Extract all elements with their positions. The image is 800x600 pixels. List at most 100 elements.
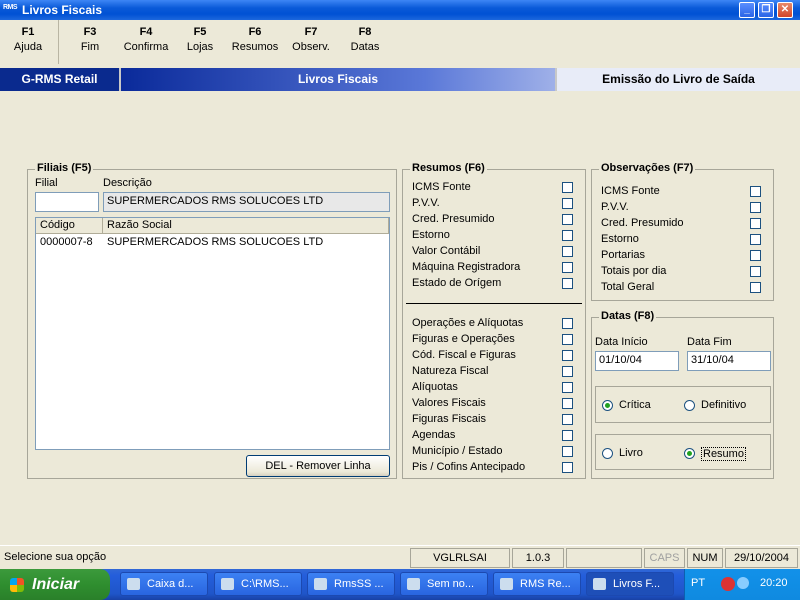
resumo-option-checkbox[interactable] xyxy=(562,262,573,273)
fkey-confirm[interactable]: F4 Confirma xyxy=(118,26,174,53)
taskbar-button[interactable]: Livros F... xyxy=(586,572,674,596)
observacao-option-label: Portarias xyxy=(601,249,646,261)
resumo-option-checkbox[interactable] xyxy=(562,430,573,441)
resumo-option-checkbox[interactable] xyxy=(562,198,573,209)
fkey-text: Resumos xyxy=(231,41,279,53)
resumo-option-label: Agendas xyxy=(412,429,456,441)
column-header-codigo[interactable]: Código xyxy=(36,218,103,234)
app-icon xyxy=(407,578,420,590)
resumo-option-checkbox[interactable] xyxy=(562,246,573,257)
window-title: Livros Fiscais xyxy=(22,3,103,17)
resumo-option-checkbox[interactable] xyxy=(562,214,573,225)
livro-radio[interactable] xyxy=(602,448,613,459)
resumo-option-checkbox[interactable] xyxy=(562,414,573,425)
observacao-option-checkbox[interactable] xyxy=(750,250,761,261)
speaker-icon[interactable] xyxy=(737,577,749,589)
taskbar: Iniciar PT 20:20 Caixa d... C:\RMS... RmsS… xyxy=(0,569,800,600)
resumo-option-checkbox[interactable] xyxy=(562,398,573,409)
fkey-help[interactable]: F1 Ajuda xyxy=(8,26,48,53)
fkey-observations[interactable]: F7 Observ. xyxy=(288,26,334,53)
observacao-option-checkbox[interactable] xyxy=(750,234,761,245)
network-icon[interactable] xyxy=(721,577,735,591)
fkey-label: F1 xyxy=(21,26,35,38)
resumo-option-label: Valores Fiscais xyxy=(412,397,486,409)
app-icon xyxy=(500,578,513,590)
maximize-button[interactable]: ❐ xyxy=(758,2,774,18)
observacao-option-checkbox[interactable] xyxy=(750,282,761,293)
livro-label[interactable]: Livro xyxy=(619,447,643,459)
resumo-radio[interactable] xyxy=(684,448,695,459)
resumo-label[interactable]: Resumo xyxy=(701,447,746,461)
resumo-option-checkbox[interactable] xyxy=(562,278,573,289)
taskbar-button[interactable]: Caixa d... xyxy=(120,572,208,596)
resumo-option-checkbox[interactable] xyxy=(562,318,573,329)
observacoes-group: Observações (F7) ICMS Fonte P.V.V. Cred. P… xyxy=(591,162,774,301)
status-date: 29/10/2004 xyxy=(725,548,798,568)
filiais-title: Filiais (F5) xyxy=(35,162,94,174)
system-tray: PT 20:20 xyxy=(684,569,800,600)
start-button[interactable]: Iniciar xyxy=(0,569,110,600)
language-indicator[interactable]: PT xyxy=(691,577,705,589)
status-program: VGLRLSAI xyxy=(410,548,510,568)
observacao-option-label: Totais por dia xyxy=(601,265,667,277)
fkey-dates[interactable]: F8 Datas xyxy=(345,26,385,53)
function-key-toolbar: F1 Ajuda F3 Fim F4 Confirma F5 Lojas F6 … xyxy=(0,20,800,66)
fkey-text: Observ. xyxy=(292,41,330,53)
title-bar: RMS Livros Fiscais _ ❐ ✕ xyxy=(0,0,800,20)
fkey-summaries[interactable]: F6 Resumos xyxy=(230,26,280,53)
resumo-option-label: P.V.V. xyxy=(412,197,440,209)
taskbar-button[interactable]: RMS Re... xyxy=(493,572,581,596)
resumo-option-checkbox[interactable] xyxy=(562,182,573,193)
remove-line-button[interactable]: DEL - Remover Linha xyxy=(246,455,390,477)
definitivo-radio[interactable] xyxy=(684,400,695,411)
observacao-option-label: ICMS Fonte xyxy=(601,185,660,197)
resumo-option-checkbox[interactable] xyxy=(562,230,573,241)
windows-logo-icon xyxy=(10,578,24,592)
resumo-option-label: Cred. Presumido xyxy=(412,213,495,225)
observacao-option-checkbox[interactable] xyxy=(750,218,761,229)
resumo-option-checkbox[interactable] xyxy=(562,334,573,345)
observacao-option-label: Total Geral xyxy=(601,281,655,293)
observacao-option-checkbox[interactable] xyxy=(750,202,761,213)
status-message: Selecione sua opção xyxy=(4,551,107,563)
observacao-option-checkbox[interactable] xyxy=(750,186,761,197)
resumo-option-label: Alíquotas xyxy=(412,381,458,393)
filial-label: Filial xyxy=(35,177,58,189)
fkey-stores[interactable]: F5 Lojas xyxy=(180,26,220,53)
fkey-label: F3 xyxy=(83,26,97,38)
filiais-list[interactable]: Código Razão Social 0000007-8 SUPERMERCA… xyxy=(35,217,390,450)
resumos-title: Resumos (F6) xyxy=(410,162,487,174)
data-inicio-label: Data Início xyxy=(595,336,648,348)
resumo-option-checkbox[interactable] xyxy=(562,350,573,361)
fkey-exit[interactable]: F3 Fim xyxy=(70,26,110,53)
definitivo-label[interactable]: Definitivo xyxy=(701,399,746,411)
resumo-option-checkbox[interactable] xyxy=(562,462,573,473)
resumo-option-label: Figuras e Operações xyxy=(412,333,515,345)
filial-input[interactable] xyxy=(35,192,99,212)
taskbar-button-label: RmsSS ... xyxy=(334,578,384,590)
start-label: Iniciar xyxy=(32,576,80,593)
taskbar-button-label: Sem no... xyxy=(427,578,475,590)
clock[interactable]: 20:20 xyxy=(760,577,788,589)
column-header-razao-social[interactable]: Razão Social xyxy=(103,218,389,234)
taskbar-button[interactable]: Sem no... xyxy=(400,572,488,596)
resumo-option-checkbox[interactable] xyxy=(562,382,573,393)
fkey-label: F6 xyxy=(248,26,262,38)
resumo-option-checkbox[interactable] xyxy=(562,366,573,377)
fkey-text: Lojas xyxy=(186,41,214,53)
fkey-label: F7 xyxy=(304,26,318,38)
observacao-option-checkbox[interactable] xyxy=(750,266,761,277)
taskbar-button[interactable]: RmsSS ... xyxy=(307,572,395,596)
critica-label[interactable]: Crítica xyxy=(619,399,651,411)
data-inicio-input[interactable]: 01/10/04 xyxy=(595,351,679,371)
resumo-option-checkbox[interactable] xyxy=(562,446,573,457)
divider xyxy=(406,303,582,304)
critica-radio[interactable] xyxy=(602,400,613,411)
data-fim-input[interactable]: 31/10/04 xyxy=(687,351,771,371)
table-row[interactable]: 0000007-8 SUPERMERCADOS RMS SOLUCOES LTD xyxy=(36,235,389,251)
minimize-button[interactable]: _ xyxy=(739,2,755,18)
resumo-option-label: Figuras Fiscais xyxy=(412,413,486,425)
close-button[interactable]: ✕ xyxy=(777,2,793,18)
taskbar-button[interactable]: C:\RMS... xyxy=(214,572,302,596)
resumo-option-label: Município / Estado xyxy=(412,445,503,457)
